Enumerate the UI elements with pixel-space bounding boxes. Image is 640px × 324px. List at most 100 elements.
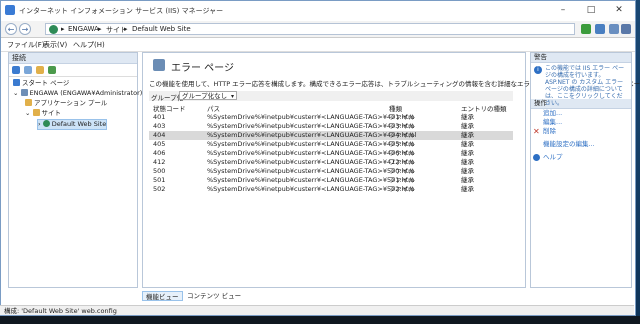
- cell-type: ファイル: [389, 122, 415, 130]
- cell-entry: 継承: [461, 131, 474, 139]
- menu-file[interactable]: ファイル(F): [7, 40, 45, 50]
- sites-folder-icon: [32, 109, 40, 116]
- stop-icon[interactable]: [595, 24, 605, 34]
- alert-message[interactable]: i この機能では IIS エラー ページの構成を行います。ASP.NET の カ…: [531, 63, 631, 107]
- folder-icon[interactable]: [36, 66, 44, 74]
- action-label: 削除: [543, 127, 556, 135]
- start-page-icon: [13, 79, 20, 86]
- home-icon[interactable]: [609, 24, 619, 34]
- group-by-bar: グループ化: グループ化なし ▾: [149, 91, 513, 102]
- breadcrumb-site[interactable]: Default Web Site: [132, 25, 191, 33]
- table-row[interactable]: 405 %SystemDrive%¥inetpub¥custerr¥<LANGUA…: [149, 140, 513, 149]
- address-bar: ← → ▸ ENGAWA ▸ サイト ▸ Default Web Site: [1, 21, 635, 38]
- cell-entry: 継承: [461, 176, 474, 184]
- breadcrumb[interactable]: ▸ ENGAWA ▸ サイト ▸ Default Web Site: [45, 23, 575, 35]
- globe-icon: [49, 25, 58, 34]
- action-delete[interactable]: ✕ 削除: [531, 127, 631, 136]
- cell-code: 502: [153, 185, 166, 193]
- breadcrumb-separator: ▸: [124, 25, 128, 33]
- refresh-connections-icon[interactable]: [48, 66, 56, 74]
- tree-item-default-web-site[interactable]: › Default Web Site: [37, 119, 108, 130]
- taskbar: [0, 316, 640, 324]
- cell-path: %SystemDrive%¥inetpub¥custerr¥<LANGUAGE-…: [207, 158, 415, 166]
- cell-path: %SystemDrive%¥inetpub¥custerr¥<LANGUAGE-…: [207, 167, 415, 175]
- column-header-path[interactable]: パス: [207, 103, 220, 113]
- connect-icon[interactable]: [12, 66, 20, 74]
- menu-view[interactable]: 表示(V): [43, 40, 67, 50]
- tab-features-view[interactable]: 機能ビュー: [142, 291, 183, 301]
- table-row[interactable]: 412 %SystemDrive%¥inetpub¥custerr¥<LANGUA…: [149, 158, 513, 167]
- help-icon[interactable]: [621, 24, 631, 34]
- maximize-button[interactable]: □: [577, 1, 605, 19]
- action-edit-feature-settings[interactable]: 機能設定の編集...: [531, 140, 631, 149]
- cell-path: %SystemDrive%¥inetpub¥custerr¥<LANGUAGE-…: [207, 131, 417, 139]
- cell-entry: 継承: [461, 167, 474, 175]
- refresh-icon[interactable]: [581, 24, 591, 34]
- cell-entry: 継承: [461, 140, 474, 148]
- tab-content-view[interactable]: コンテンツ ビュー: [184, 291, 244, 301]
- tree-item-label: Default Web Site: [51, 120, 107, 128]
- cell-entry: 継承: [461, 122, 474, 130]
- save-icon[interactable]: [24, 66, 32, 74]
- window-title: インターネット インフォメーション サービス (IIS) マネージャー: [19, 7, 224, 15]
- cell-path: %SystemDrive%¥inetpub¥custerr¥<LANGUAGE-…: [207, 113, 415, 121]
- table-row[interactable]: 403 %SystemDrive%¥inetpub¥custerr¥<LANGUA…: [149, 122, 513, 131]
- table-row[interactable]: 500 %SystemDrive%¥inetpub¥custerr¥<LANGUA…: [149, 167, 513, 176]
- tree-item-label: スタート ページ: [22, 79, 70, 87]
- cell-type: ファイル: [389, 131, 415, 139]
- tree-item-label: サイト: [41, 109, 62, 117]
- close-button[interactable]: ✕: [605, 1, 633, 19]
- table-row-selected[interactable]: 404 %SystemDrive%¥inetpub¥custerr¥<LANGUA…: [149, 131, 513, 140]
- status-bar: 構成: 'Default Web Site' web.config: [0, 305, 634, 315]
- action-label: 編集...: [543, 118, 563, 126]
- app-pool-icon: [25, 99, 32, 106]
- cell-type: ファイル: [389, 140, 415, 148]
- cell-entry: 継承: [461, 158, 474, 166]
- table-row[interactable]: 401 %SystemDrive%¥inetpub¥custerr¥<LANGUA…: [149, 113, 513, 122]
- table-row[interactable]: 501 %SystemDrive%¥inetpub¥custerr¥<LANGUA…: [149, 176, 513, 185]
- connections-pane: 接続 スタート ページ ⌄ ENGAWA (ENGAWA¥Administrat…: [8, 52, 142, 288]
- cell-entry: 継承: [461, 149, 474, 157]
- cell-code: 501: [153, 176, 166, 184]
- action-label: ヘルプ: [543, 153, 563, 161]
- action-help[interactable]: ヘルプ: [531, 153, 631, 162]
- minimize-button[interactable]: –: [549, 1, 577, 19]
- tree-item-start-page[interactable]: スタート ページ: [13, 79, 69, 88]
- forward-arrow-icon[interactable]: →: [19, 23, 31, 35]
- tree-item-label: ENGAWA (ENGAWA¥Administrator): [29, 89, 143, 97]
- connections-toolbar: [9, 64, 137, 77]
- column-header-status-code[interactable]: 状態コード: [153, 103, 186, 113]
- cell-path: %SystemDrive%¥inetpub¥custerr¥<LANGUAGE-…: [207, 185, 415, 193]
- back-arrow-icon[interactable]: ←: [5, 23, 17, 35]
- tree-item-label: アプリケーション プール: [34, 99, 108, 107]
- expand-chevron-icon[interactable]: ⌄: [25, 109, 30, 117]
- cell-entry: 継承: [461, 113, 474, 121]
- actions-pane: 警告 i この機能では IIS エラー ページの構成を行います。ASP.NET …: [530, 52, 632, 288]
- menu-help[interactable]: ヘルプ(H): [73, 40, 105, 50]
- table-header: 状態コード パス 種類 エントリの種類: [149, 103, 513, 113]
- column-header-entry-type[interactable]: エントリの種類: [461, 103, 507, 113]
- table-row[interactable]: 502 %SystemDrive%¥inetpub¥custerr¥<LANGUA…: [149, 185, 513, 194]
- cell-type: ファイル: [389, 158, 415, 166]
- error-pages-pane: エラー ページ この機能を使用して、HTTP エラー応答を構成します。構成できる…: [142, 52, 640, 288]
- breadcrumb-server[interactable]: ENGAWA: [68, 25, 99, 33]
- breadcrumb-separator: ▸: [98, 25, 102, 33]
- action-edit[interactable]: 編集...: [531, 118, 631, 127]
- cell-code: 401: [153, 113, 166, 121]
- cell-type: ファイル: [389, 149, 415, 157]
- expand-chevron-icon[interactable]: ⌄: [13, 89, 18, 97]
- title-bar[interactable]: インターネット インフォメーション サービス (IIS) マネージャー – □ …: [1, 1, 635, 19]
- cell-type: ファイル: [389, 185, 415, 193]
- tree-item-sites[interactable]: ⌄ サイト: [25, 109, 61, 118]
- tree-item-app-pools[interactable]: アプリケーション プール: [25, 99, 107, 108]
- group-by-select[interactable]: グループ化なし ▾: [179, 91, 237, 100]
- tree-item-server[interactable]: ⌄ ENGAWA (ENGAWA¥Administrator): [13, 89, 142, 98]
- expand-chevron-icon[interactable]: ›: [38, 120, 41, 128]
- action-add[interactable]: 追加...: [531, 109, 631, 118]
- help-icon: [533, 154, 540, 161]
- cell-type: ファイル: [389, 176, 415, 184]
- table-row[interactable]: 406 %SystemDrive%¥inetpub¥custerr¥<LANGUA…: [149, 149, 513, 158]
- cell-entry: 継承: [461, 185, 474, 193]
- error-pages-icon: [153, 59, 165, 71]
- column-header-type[interactable]: 種類: [389, 103, 402, 113]
